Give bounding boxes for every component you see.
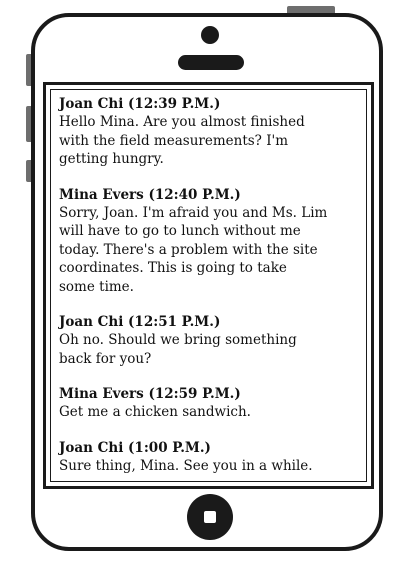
message: Joan Chi (12:39 P.M.) Hello Mina. Are yo… [59,95,366,169]
message-text: Sorry, Joan. I'm afraid you and Ms. Lim … [59,204,328,295]
message-text: Get me a chicken sandwich. [59,404,251,420]
message: Mina Evers (12:40 P.M.) Sorry, Joan. I'm… [59,186,366,297]
message-sender: Joan Chi (1:00 P.M.) [59,439,211,456]
message: Joan Chi (12:51 P.M.) Oh no. Should we b… [59,313,366,368]
message-thread: Joan Chi (12:39 P.M.) Hello Mina. Are yo… [50,89,367,482]
message-text: Hello Mina. Are you almost finished with… [59,114,305,167]
camera-icon [201,26,219,44]
message-sender: Mina Evers (12:59 P.M.) [59,386,241,402]
message-sender: Joan Chi (12:39 P.M.) [59,96,221,112]
message-text: Oh no. Should we bring something back fo… [59,332,297,367]
message: Mina Evers (12:59 P.M.) Get me a chicken… [59,385,366,422]
message-text: Sure thing, Mina. See you in a while. [59,457,313,474]
home-button-icon [204,511,216,523]
message: Joan Chi (1:00 P.M.) Sure thing, Mina. S… [59,439,366,476]
speaker-icon [178,55,244,70]
phone-screen: Joan Chi (12:39 P.M.) Hello Mina. Are yo… [43,82,374,489]
message-sender: Joan Chi (12:51 P.M.) [59,314,221,330]
message-sender: Mina Evers (12:40 P.M.) [59,186,241,203]
home-button[interactable] [187,494,233,540]
